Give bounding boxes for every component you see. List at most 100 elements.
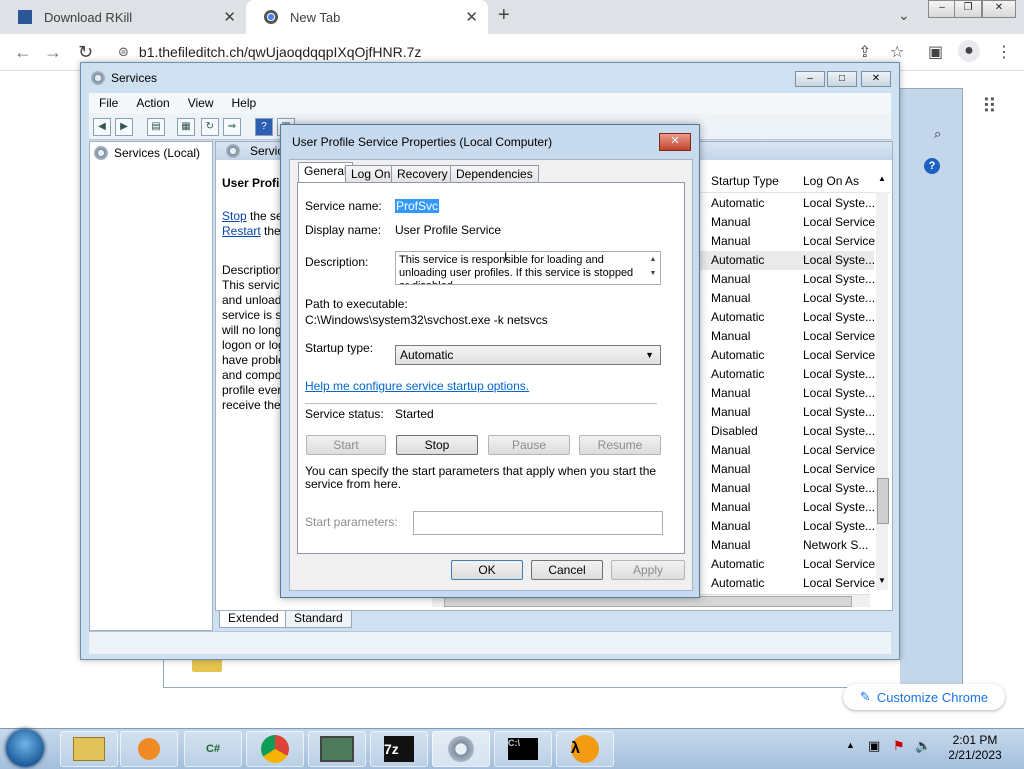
properties-icon[interactable]: ▦ <box>177 118 195 136</box>
table-row[interactable]: Manual Local Service <box>700 213 875 232</box>
tab-standard[interactable]: Standard <box>285 611 352 628</box>
close-window-icon[interactable]: ✕ <box>982 0 1016 18</box>
restore-icon[interactable]: ❐ <box>954 0 982 18</box>
minimize-icon[interactable]: – <box>795 71 825 87</box>
site-info-icon[interactable]: ⊜ <box>118 44 129 60</box>
close-icon[interactable]: ✕ <box>659 133 691 151</box>
volume-icon[interactable]: 🔈 <box>915 738 931 754</box>
csharp-taskbar-icon[interactable]: C# <box>184 731 242 767</box>
forward-arrow-icon[interactable]: ▶ <box>115 118 133 136</box>
column-header-log-on-as[interactable]: Log On As <box>803 174 859 188</box>
table-row[interactable]: Manual Local Syste... <box>700 270 875 289</box>
cmd-taskbar-icon[interactable]: C:\ <box>494 731 552 767</box>
table-row[interactable]: Manual Local Service <box>700 327 875 346</box>
table-row[interactable]: Manual Local Syste... <box>700 403 875 422</box>
tab-extended[interactable]: Extended <box>219 611 288 628</box>
table-row[interactable]: Automatic Local Syste... <box>700 194 875 213</box>
customize-chrome-button[interactable]: ✎ Customize Chrome <box>843 684 1005 710</box>
column-header-startup-type[interactable]: Startup Type <box>711 174 779 188</box>
table-row[interactable]: Manual Local Service <box>700 232 875 251</box>
start-button[interactable]: Start <box>306 435 386 455</box>
description-scrollbar[interactable]: ▲ ▼ <box>647 253 659 283</box>
pause-button[interactable]: Pause <box>488 435 570 455</box>
show-tree-icon[interactable]: ▤ <box>147 118 165 136</box>
table-row[interactable]: Automatic Local Syste... <box>700 251 875 270</box>
stop-service-link[interactable]: Stop <box>222 209 247 223</box>
close-tab-icon[interactable]: ✕ <box>223 8 236 26</box>
table-row[interactable]: Manual Network S... <box>700 536 874 555</box>
resume-button[interactable]: Resume <box>579 435 661 455</box>
tree-item-services-local[interactable]: Services (Local) <box>94 146 200 160</box>
services-taskbar-icon[interactable] <box>432 731 490 767</box>
forward-icon[interactable]: → <box>44 42 62 63</box>
refresh-icon[interactable]: ↻ <box>201 118 219 136</box>
ok-button[interactable]: OK <box>451 560 523 580</box>
table-row[interactable]: Automatic Local Service <box>700 555 875 574</box>
media-player-taskbar-icon[interactable] <box>120 731 178 767</box>
table-row[interactable]: Manual Local Syste... <box>700 498 875 517</box>
back-icon[interactable]: ← <box>14 42 32 63</box>
display-name-value[interactable]: User Profile Service <box>395 223 501 237</box>
menu-kebab-icon[interactable]: ⋮ <box>996 42 1012 62</box>
vertical-scrollbar[interactable] <box>876 192 889 590</box>
share-icon[interactable]: ⇪ <box>858 42 871 62</box>
explorer-taskbar-icon[interactable] <box>60 731 118 767</box>
network-icon[interactable]: ▣ <box>868 738 880 754</box>
reload-icon[interactable]: ↻ <box>78 42 93 63</box>
scroll-down-icon[interactable]: ▼ <box>878 576 886 585</box>
export-list-icon[interactable]: ⇒ <box>223 118 241 136</box>
action-center-icon[interactable]: ⚑ <box>893 738 905 754</box>
stop-button[interactable]: Stop <box>396 435 478 455</box>
table-row[interactable]: Manual Local Syste... <box>700 289 875 308</box>
close-tab-icon[interactable]: ✕ <box>465 8 478 26</box>
restart-service-link[interactable]: Restart <box>222 224 261 238</box>
menu-view[interactable]: View <box>188 96 214 110</box>
profile-avatar-icon[interactable]: ● <box>958 40 980 62</box>
menu-file[interactable]: File <box>99 96 118 110</box>
apply-button[interactable]: Apply <box>611 560 685 580</box>
apps-grid-icon[interactable]: ⠿ <box>982 94 997 119</box>
monitor-taskbar-icon[interactable] <box>308 731 366 767</box>
help-icon[interactable]: ? <box>924 158 940 174</box>
scroll-up-icon[interactable]: ▲ <box>878 174 886 183</box>
table-row[interactable]: Manual Local Syste... <box>700 517 875 536</box>
table-row[interactable]: Manual Local Syste... <box>700 384 875 403</box>
close-icon[interactable]: ✕ <box>861 71 891 87</box>
tab-search-chevron-icon[interactable]: ⌄ <box>898 7 910 24</box>
7zip-taskbar-icon[interactable]: 7z <box>370 731 428 767</box>
startup-type-select[interactable]: Automatic ▼ <box>395 345 661 365</box>
search-icon[interactable]: ⌕ <box>934 126 941 142</box>
menu-help[interactable]: Help <box>232 96 257 110</box>
table-row[interactable]: Automatic Local Service <box>700 574 875 593</box>
menu-action[interactable]: Action <box>136 96 169 110</box>
new-tab-icon[interactable]: + <box>498 4 510 27</box>
cancel-button[interactable]: Cancel <box>531 560 603 580</box>
description-textbox[interactable]: This service is responsible for loading … <box>395 251 661 285</box>
table-row[interactable]: Manual Local Service <box>700 441 875 460</box>
back-arrow-icon[interactable]: ◀ <box>93 118 111 136</box>
table-row[interactable]: Automatic Local Service <box>700 346 875 365</box>
help-icon[interactable]: ? <box>255 118 273 136</box>
help-configure-link[interactable]: Help me configure service startup option… <box>305 379 529 393</box>
taskbar-clock[interactable]: 2:01 PM 2/21/2023 <box>940 733 1010 763</box>
tab-download-rkill[interactable]: Download RKill ✕ <box>0 0 246 34</box>
bookmark-star-icon[interactable]: ☆ <box>890 42 904 62</box>
tray-expand-icon[interactable]: ▲ <box>846 740 855 750</box>
address-bar[interactable]: ⊜ b1.thefileditch.ch/qwUjaoqdqqpIXqOjfHN… <box>110 40 880 64</box>
table-row[interactable]: Manual Local Service <box>700 460 875 479</box>
scrollbar-thumb[interactable] <box>877 478 889 524</box>
side-panel-icon[interactable]: ▣ <box>928 42 943 62</box>
service-name-value[interactable]: ProfSvc <box>395 199 440 213</box>
tab-new-tab[interactable]: New Tab ✕ <box>246 0 488 34</box>
table-row[interactable]: Automatic Local Syste... <box>700 365 875 384</box>
table-row[interactable]: Manual Local Syste... <box>700 479 875 498</box>
start-button[interactable] <box>6 729 44 767</box>
table-row[interactable]: Automatic Local Syste... <box>700 308 875 327</box>
path-value[interactable]: C:\Windows\system32\svchost.exe -k netsv… <box>305 313 548 327</box>
minimize-icon[interactable]: – <box>928 0 956 18</box>
table-row[interactable]: Disabled Local Syste... <box>700 422 875 441</box>
maximize-icon[interactable]: □ <box>827 71 857 87</box>
start-params-input[interactable] <box>413 511 663 535</box>
halflife-taskbar-icon[interactable]: λ <box>556 731 614 767</box>
chrome-taskbar-icon[interactable] <box>246 731 304 767</box>
